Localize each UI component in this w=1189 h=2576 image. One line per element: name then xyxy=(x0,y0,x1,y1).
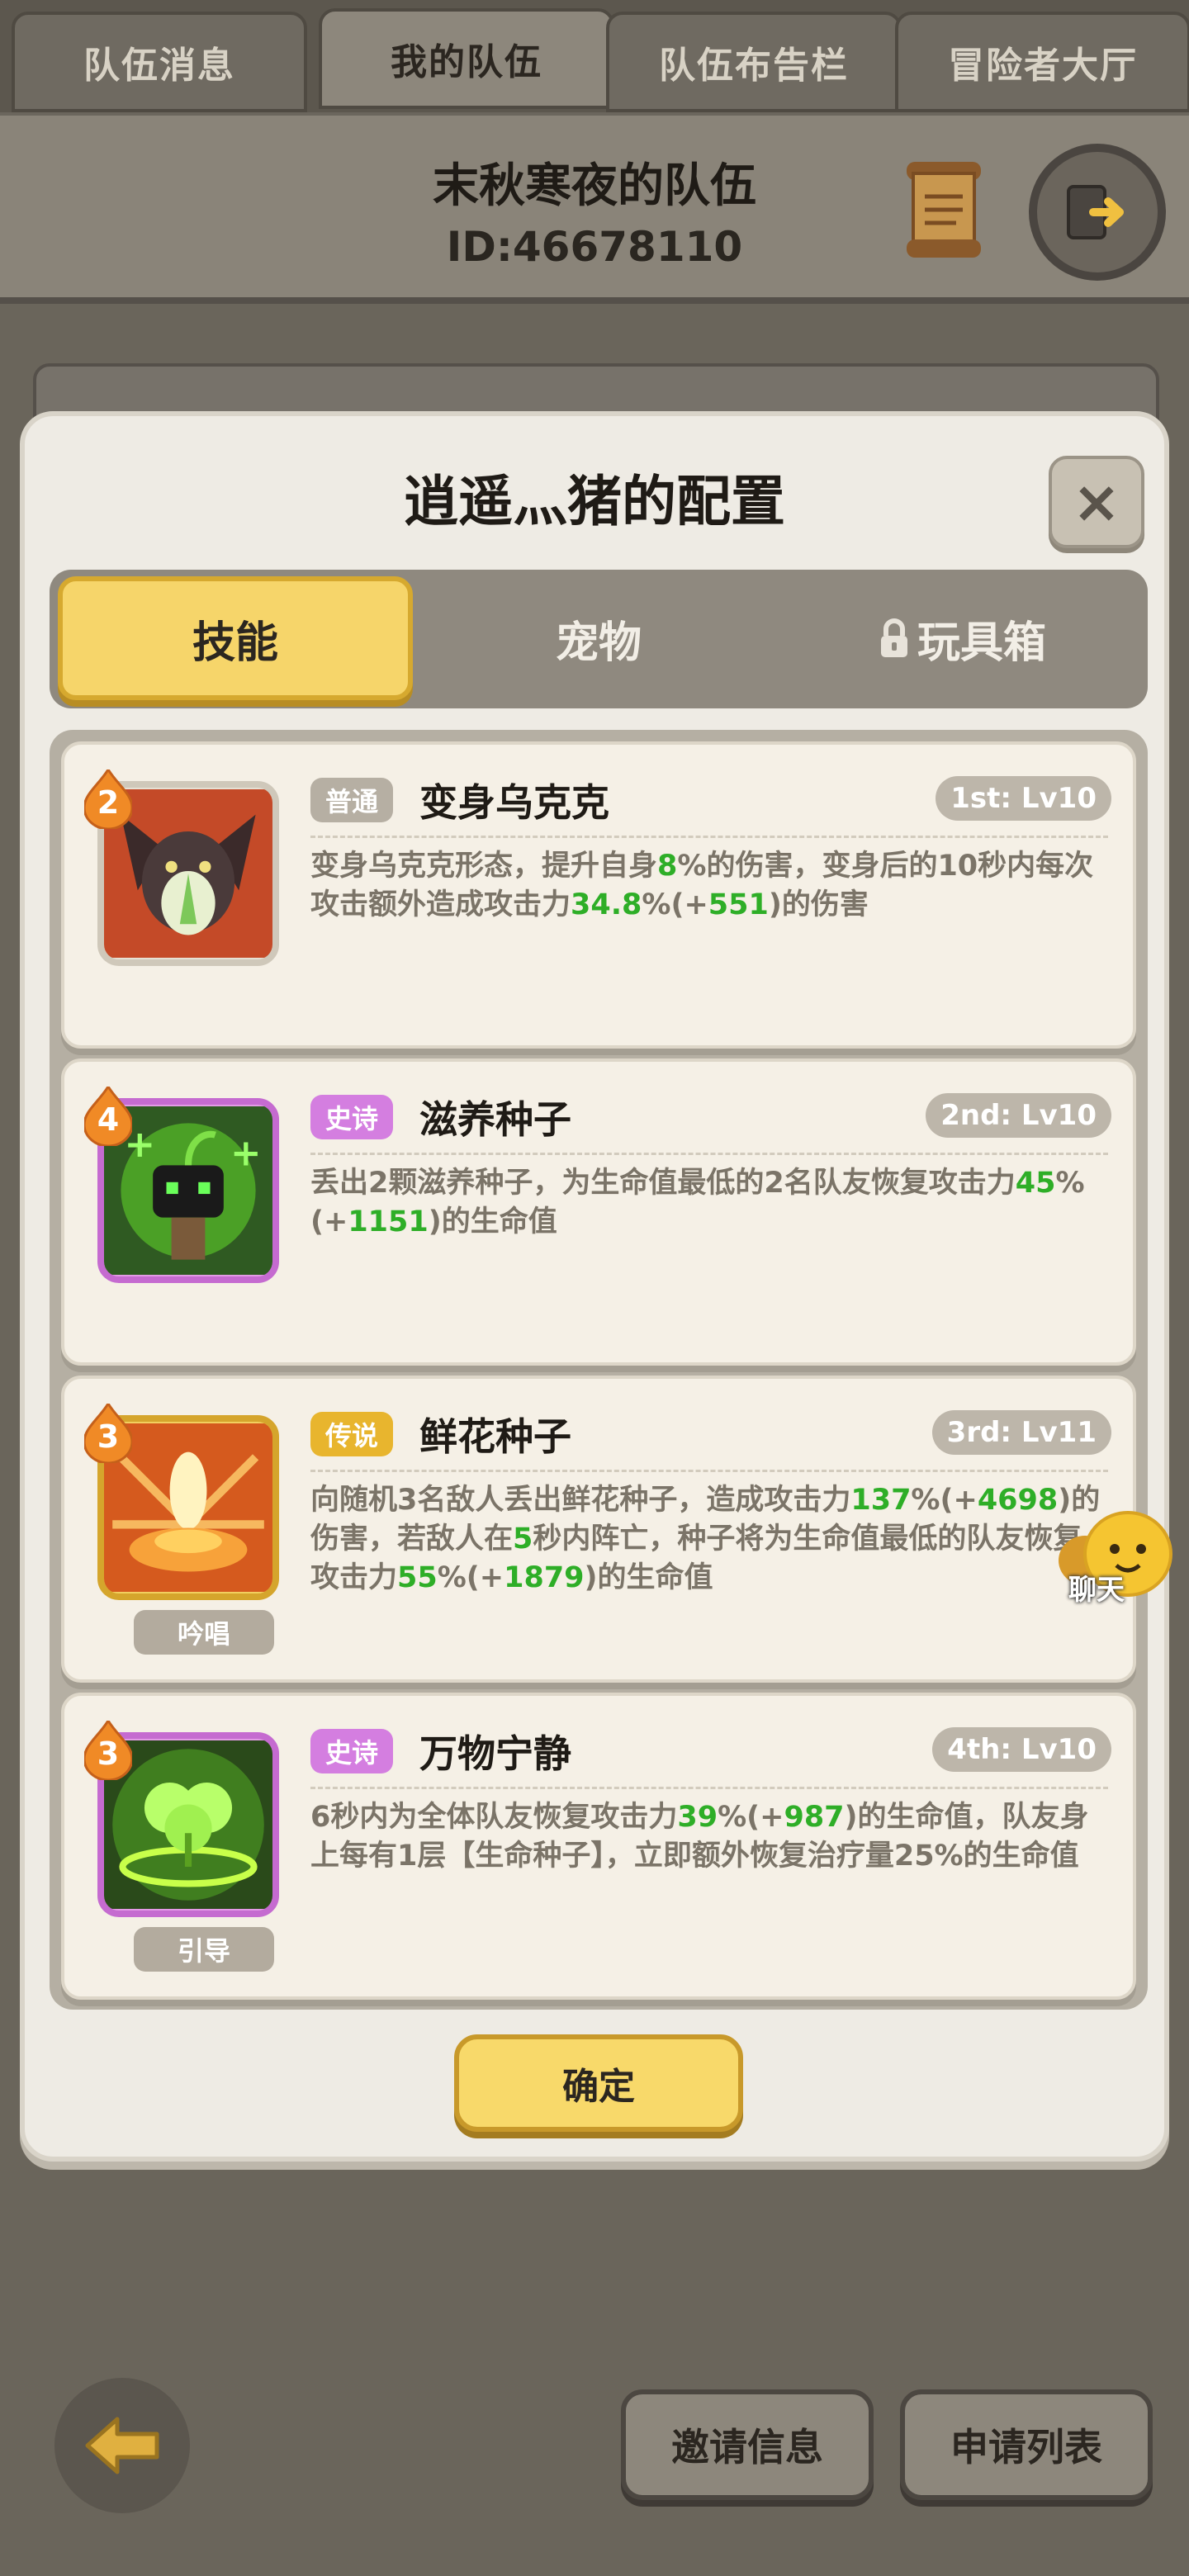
back-arrow-icon xyxy=(85,2417,159,2474)
skill-level-number: 4 xyxy=(97,1101,120,1138)
rarity-tag: 史诗 xyxy=(310,1729,394,1773)
skill-name: 滋养种子 xyxy=(419,1097,571,1142)
chat-label[interactable]: 聊天 xyxy=(1068,1567,1125,1608)
config-modal: 逍遥灬猪的配置 × 技能 宠物 玩具箱 2 普通 变身乌克克 1st: Lv10… xyxy=(20,411,1169,2162)
cast-type-tag: 吟唱 xyxy=(134,1610,274,1655)
tab-team-bulletin[interactable]: 队伍布告栏 xyxy=(606,12,902,112)
skill-order-tag: 4th: Lv10 xyxy=(932,1727,1111,1772)
cast-type-tag: 引导 xyxy=(134,1927,274,1972)
rarity-tag: 传说 xyxy=(310,1412,394,1456)
divider xyxy=(310,1470,1108,1472)
exit-icon xyxy=(1067,185,1124,239)
tab-team-messages[interactable]: 队伍消息 xyxy=(12,12,307,112)
skill-description: 变身乌克克形态，提升自身8%的伤害，变身后的10秒内每次攻击额外造成攻击力34.… xyxy=(310,850,1094,921)
rarity-tag: 普通 xyxy=(310,778,394,822)
tab-pets[interactable]: 宠物 xyxy=(421,576,776,700)
divider xyxy=(310,1153,1108,1155)
exit-team-button[interactable] xyxy=(1029,144,1166,281)
skill-card[interactable]: + + 4 史诗 滋养种子 2nd: Lv10 丢出2颗滋养种子，为生命值最低的… xyxy=(61,1058,1136,1366)
divider xyxy=(310,836,1108,838)
skill-level-number: 3 xyxy=(97,1418,120,1455)
lock-icon xyxy=(880,618,907,657)
skill-list: 2 普通 变身乌克克 1st: Lv10 变身乌克克形态，提升自身8%的伤害，变… xyxy=(50,730,1148,2010)
skill-card[interactable]: 3 吟唱 传说 鲜花种子 3rd: Lv11 向随机3名敌人丢出鲜花种子，造成攻… xyxy=(61,1376,1136,1683)
top-tab-bar: 队伍消息 我的队伍 队伍布告栏 冒险者大厅 xyxy=(0,0,1189,116)
team-id: ID:46678110 xyxy=(446,223,743,271)
skill-level-number: 3 xyxy=(97,1735,120,1772)
skill-name: 变身乌克克 xyxy=(419,780,609,825)
skill-card[interactable]: 2 普通 变身乌克克 1st: Lv10 变身乌克克形态，提升自身8%的伤害，变… xyxy=(61,741,1136,1049)
skill-card[interactable]: 3 引导 史诗 万物宁静 4th: Lv10 6秒内为全体队友恢复攻击力39%(… xyxy=(61,1693,1136,2000)
confirm-button[interactable]: 确定 xyxy=(454,2034,743,2132)
divider xyxy=(310,1787,1108,1789)
back-button[interactable] xyxy=(54,2378,190,2513)
tab-skills[interactable]: 技能 xyxy=(58,576,413,700)
skill-order-tag: 3rd: Lv11 xyxy=(931,1410,1111,1455)
tab-toybox-label: 玩具箱 xyxy=(917,618,1046,668)
skill-description: 向随机3名敌人丢出鲜花种子，造成攻击力137%(+4698)的伤害，若敌人在5秒… xyxy=(310,1484,1101,1594)
invite-info-button[interactable]: 邀请信息 xyxy=(621,2389,874,2500)
scroll-icon[interactable] xyxy=(898,157,989,263)
skill-name: 万物宁静 xyxy=(419,1731,571,1776)
skill-level-badge xyxy=(84,769,132,829)
tab-toybox[interactable]: 玩具箱 xyxy=(784,576,1139,700)
close-button[interactable]: × xyxy=(1049,456,1144,548)
skill-order-tag: 2nd: Lv10 xyxy=(926,1093,1111,1138)
skill-description: 丢出2颗滋养种子，为生命值最低的2名队友恢复攻击力45%(+1151)的生命值 xyxy=(310,1167,1085,1238)
modal-title: 逍遥灬猪的配置 xyxy=(404,470,785,533)
skill-description: 6秒内为全体队友恢复攻击力39%(+987)的生命值，队友身上每有1层【生命种子… xyxy=(310,1801,1089,1873)
rarity-tag: 史诗 xyxy=(310,1095,394,1139)
team-header: 末秋寒夜的队伍 ID:46678110 xyxy=(0,112,1189,304)
tab-my-team[interactable]: 我的队伍 xyxy=(319,8,614,109)
config-tab-bar: 技能 宠物 玩具箱 xyxy=(50,570,1148,708)
skill-name: 鲜花种子 xyxy=(419,1414,571,1459)
team-name: 末秋寒夜的队伍 xyxy=(433,159,756,213)
apply-list-button[interactable]: 申请列表 xyxy=(900,2389,1153,2500)
tab-adventurer-hall[interactable]: 冒险者大厅 xyxy=(895,12,1189,112)
svg-text:+: + xyxy=(230,1130,262,1174)
skill-order-tag: 1st: Lv10 xyxy=(936,776,1111,821)
